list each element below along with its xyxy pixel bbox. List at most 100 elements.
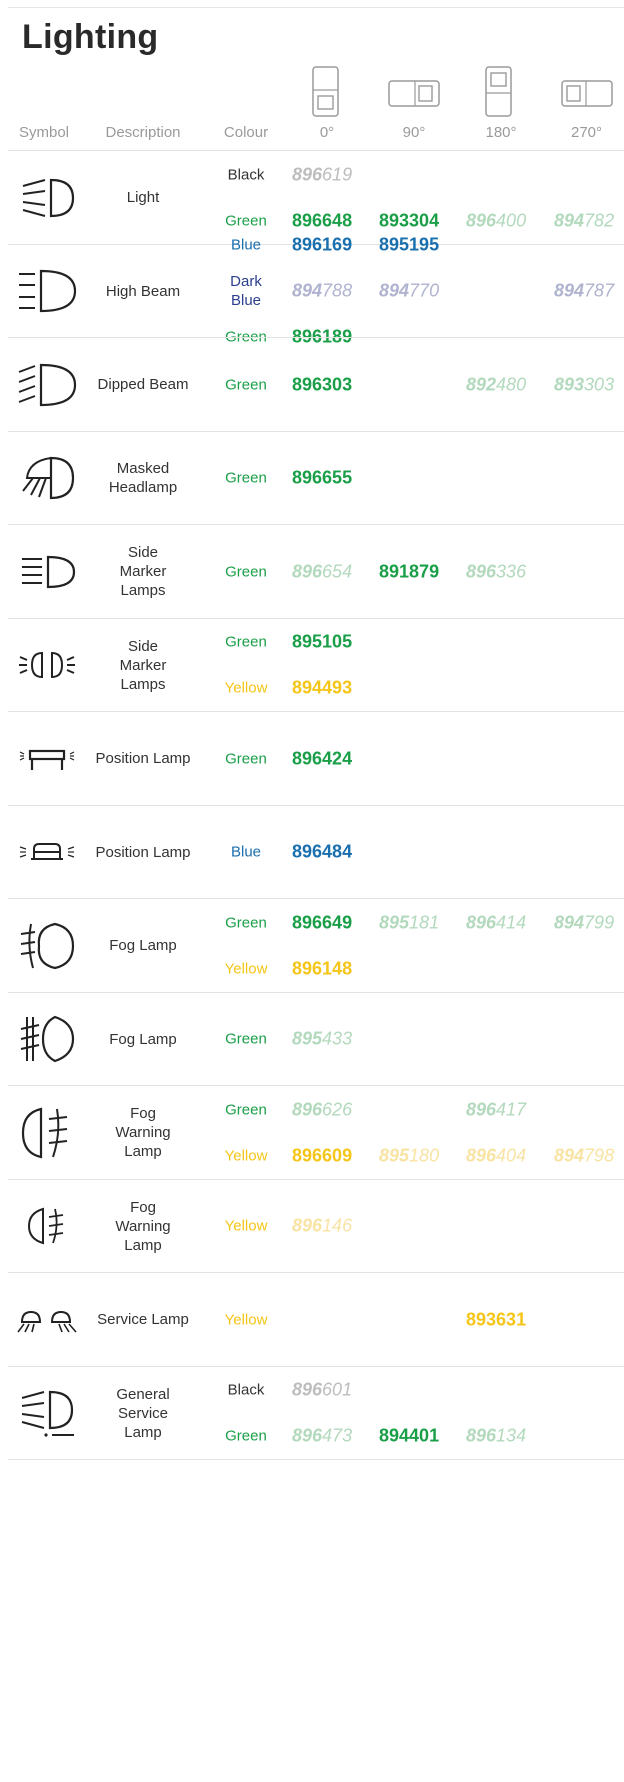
part-number-prefix: 896 <box>292 748 323 769</box>
part-number-suffix: 788 <box>322 280 353 301</box>
part-number-prefix: 896 <box>292 1099 323 1120</box>
part-number-prefix: 896 <box>292 164 323 185</box>
colour-label: Black <box>227 166 265 184</box>
colour-line: Green 896649 895181 896414 894799 <box>8 911 624 935</box>
lighting-row: Masked Headlamp Green 896655 <box>8 432 624 525</box>
part-number-180-deg[interactable]: 892480 <box>466 374 526 395</box>
part-number-suffix: 480 <box>496 374 527 395</box>
part-number-90-deg[interactable]: 894770 <box>379 281 439 302</box>
part-number-prefix: 896 <box>466 1145 497 1166</box>
part-number-suffix: 304 <box>409 210 440 231</box>
part-number-suffix: 148 <box>322 958 353 979</box>
part-number-0-deg[interactable]: 896619 <box>292 164 352 185</box>
part-number-180-deg[interactable]: 896417 <box>466 1099 526 1120</box>
colour-label: Green <box>225 1101 267 1119</box>
part-number-prefix: 894 <box>379 280 410 301</box>
part-number-180-deg[interactable]: 896336 <box>466 561 526 582</box>
part-number-suffix: 601 <box>322 1379 353 1400</box>
part-number-0-deg[interactable]: 896626 <box>292 1099 352 1120</box>
colour-line: Green 896654 891879 896336 <box>8 560 624 584</box>
part-number-suffix: 195 <box>409 234 440 255</box>
colour-line: Green 896648 893304 896400 894782 <box>8 209 624 233</box>
part-number-0-deg[interactable]: 896609 <box>292 1145 352 1166</box>
part-number-180-deg[interactable]: 893631 <box>466 1309 526 1330</box>
part-number-suffix: 134 <box>496 1425 527 1446</box>
orientation-90-icon <box>388 80 440 107</box>
part-number-0-deg[interactable]: 896169 <box>292 235 352 256</box>
part-number-90-deg[interactable]: 891879 <box>379 561 439 582</box>
part-number-suffix: 799 <box>584 912 615 933</box>
part-number-0-deg[interactable]: 896484 <box>292 842 352 863</box>
colour-line: Green 896303 892480 893303 <box>8 373 624 397</box>
part-number-suffix: 493 <box>322 677 353 698</box>
part-number-90-deg[interactable]: 894401 <box>379 1426 439 1447</box>
part-number-270-deg[interactable]: 894782 <box>554 210 614 231</box>
top-divider <box>8 7 624 8</box>
part-number-0-deg[interactable]: 894493 <box>292 678 352 699</box>
part-number-90-deg[interactable]: 895181 <box>379 912 439 933</box>
part-number-suffix: 798 <box>584 1145 615 1166</box>
part-number-prefix: 896 <box>292 1379 323 1400</box>
header-270-degrees: 270° <box>570 124 603 141</box>
colour-label: Green <box>225 750 267 768</box>
part-number-prefix: 894 <box>379 1425 410 1446</box>
part-number-0-deg[interactable]: 896654 <box>292 561 352 582</box>
part-number-0-deg[interactable]: 895433 <box>292 1029 352 1050</box>
part-number-90-deg[interactable]: 893304 <box>379 210 439 231</box>
lighting-row: Position Lamp Green 896424 <box>8 712 624 806</box>
part-number-0-deg[interactable]: 895105 <box>292 632 352 653</box>
part-number-suffix: 484 <box>322 841 353 862</box>
part-number-0-deg[interactable]: 896648 <box>292 210 352 231</box>
header-description: Description <box>105 124 181 141</box>
colour-label: Green <box>225 563 267 581</box>
colour-label: Yellow <box>224 1147 268 1165</box>
part-number-180-deg[interactable]: 896134 <box>466 1426 526 1447</box>
row-divider <box>8 1459 624 1460</box>
part-number-0-deg[interactable]: 896655 <box>292 468 352 489</box>
part-number-0-deg[interactable]: 896424 <box>292 748 352 769</box>
part-number-270-deg[interactable]: 893303 <box>554 374 614 395</box>
part-number-0-deg[interactable]: 896473 <box>292 1426 352 1447</box>
part-number-prefix: 893 <box>466 1309 497 1330</box>
part-number-suffix: 417 <box>496 1099 527 1120</box>
part-number-suffix: 649 <box>322 912 353 933</box>
lighting-row: Fog Warning Lamp Green 896626 896417 Yellow 8… <box>8 1086 624 1180</box>
part-number-prefix: 892 <box>466 374 497 395</box>
part-number-0-deg[interactable]: 896601 <box>292 1380 352 1401</box>
part-number-270-deg[interactable]: 894798 <box>554 1145 614 1166</box>
part-number-0-deg[interactable]: 896303 <box>292 374 352 395</box>
lighting-row: Side Marker Lamps Green 896654 891879 896336 <box>8 525 624 619</box>
part-number-90-deg[interactable]: 895180 <box>379 1145 439 1166</box>
part-number-suffix: 181 <box>409 912 440 933</box>
part-number-suffix: 424 <box>322 748 353 769</box>
colour-label: Blue <box>230 236 262 254</box>
part-number-180-deg[interactable]: 896414 <box>466 912 526 933</box>
part-number-0-deg[interactable]: 896649 <box>292 912 352 933</box>
part-number-prefix: 891 <box>379 561 410 582</box>
colour-label: Black <box>227 1381 265 1399</box>
colour-line: Black 896619 <box>8 163 624 187</box>
part-number-prefix: 896 <box>466 1425 497 1446</box>
part-number-prefix: 896 <box>292 234 323 255</box>
part-number-0-deg[interactable]: 896146 <box>292 1216 352 1237</box>
part-number-suffix: 626 <box>322 1099 353 1120</box>
colour-line: Black 896601 <box>8 1378 624 1402</box>
part-number-270-deg[interactable]: 894799 <box>554 912 614 933</box>
part-number-0-deg[interactable]: 896148 <box>292 958 352 979</box>
part-number-90-deg[interactable]: 895195 <box>379 235 439 256</box>
colour-line: Yellow 896148 <box>8 957 624 981</box>
part-number-suffix: 146 <box>322 1215 353 1236</box>
part-number-prefix: 896 <box>292 1145 323 1166</box>
part-number-prefix: 896 <box>292 467 323 488</box>
lighting-row: Light Black 896619 Green 896648 893304 896400 8… <box>8 151 624 245</box>
part-number-0-deg[interactable]: 894788 <box>292 281 352 302</box>
part-number-prefix: 895 <box>379 912 410 933</box>
part-number-suffix: 655 <box>322 467 353 488</box>
part-number-prefix: 896 <box>292 841 323 862</box>
colour-line: Yellow 896146 <box>8 1214 624 1238</box>
part-number-180-deg[interactable]: 896400 <box>466 210 526 231</box>
part-number-180-deg[interactable]: 896404 <box>466 1145 526 1166</box>
part-number-prefix: 895 <box>379 1145 410 1166</box>
part-number-270-deg[interactable]: 894787 <box>554 281 614 302</box>
colour-label: Green <box>225 1427 267 1445</box>
